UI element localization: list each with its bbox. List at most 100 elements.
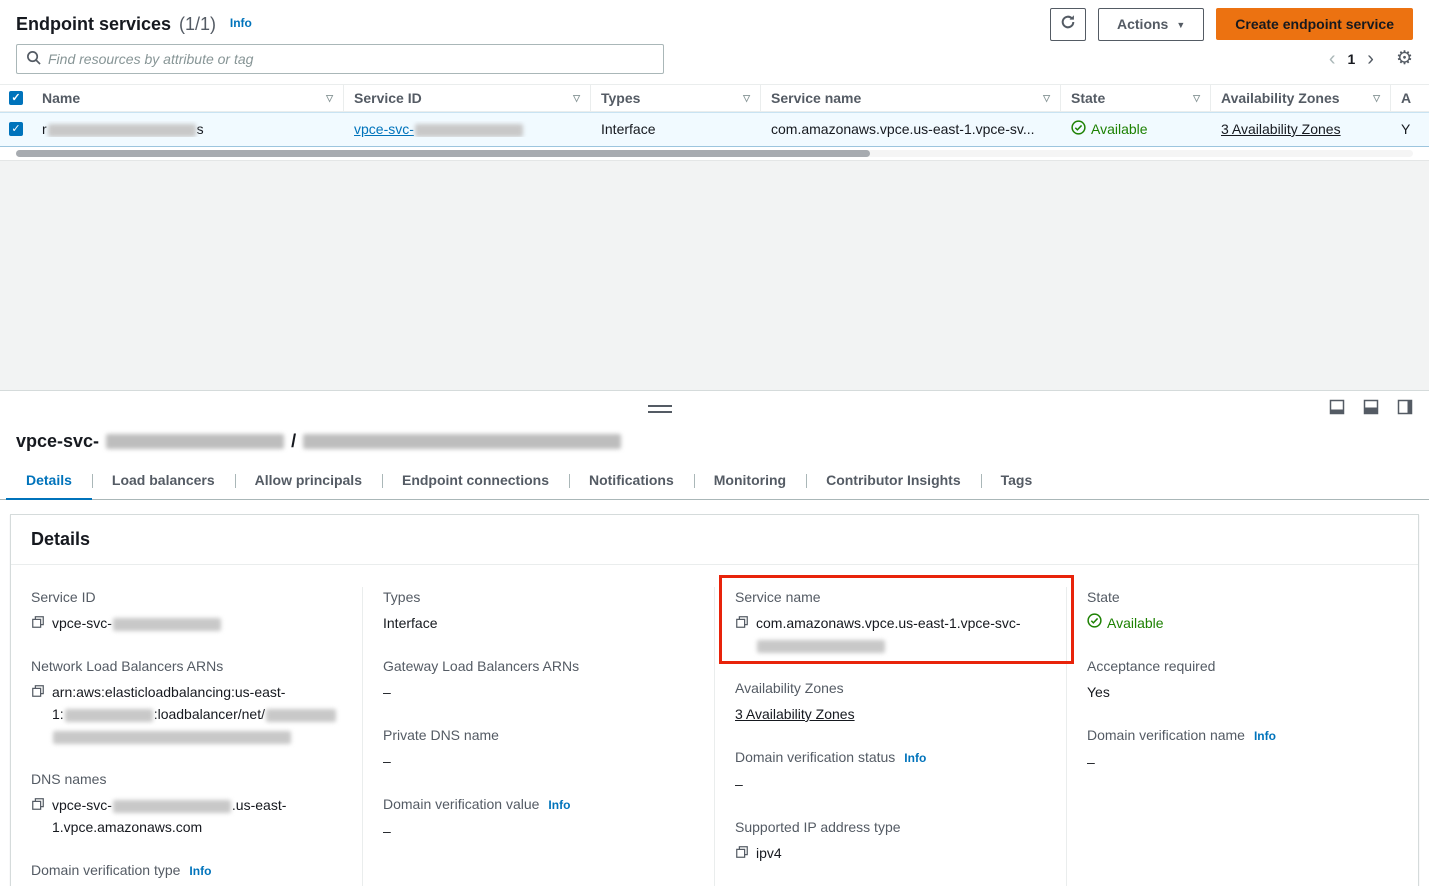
actions-button[interactable]: Actions ▼	[1098, 8, 1204, 41]
select-all-checkbox[interactable]: ✓	[9, 91, 23, 105]
cell-state: Available	[1061, 120, 1211, 138]
detail-tabs: Details Load balancers Allow principals …	[0, 463, 1429, 500]
panel-position-split-icon[interactable]	[1363, 399, 1379, 415]
redaction-block	[53, 731, 291, 744]
empty-background	[0, 160, 1429, 390]
column-header-state[interactable]: State▽	[1061, 85, 1211, 111]
copy-icon[interactable]	[31, 797, 45, 811]
copy-icon[interactable]	[31, 684, 45, 698]
details-column-2: Types Interface Gateway Load Balancers A…	[363, 587, 715, 886]
field-state: State Available	[1087, 587, 1398, 634]
filter-triangle-icon[interactable]: ▽	[1193, 93, 1200, 104]
filter-triangle-icon[interactable]: ▽	[1043, 93, 1050, 104]
current-page[interactable]: 1	[1347, 51, 1355, 67]
info-link[interactable]: Info	[548, 798, 570, 812]
details-column-1: Service ID vpce-svc- Network Load Balanc…	[11, 587, 363, 886]
cell-availability-zones: 3 Availability Zones	[1211, 121, 1391, 137]
settings-gear-icon[interactable]: ⚙	[1396, 51, 1413, 67]
info-link[interactable]: Info	[904, 751, 926, 765]
check-circle-icon	[1087, 612, 1102, 634]
prev-page-icon[interactable]: ‹	[1329, 51, 1336, 67]
redaction-block	[113, 800, 231, 813]
column-header-service-name[interactable]: Service name▽	[761, 85, 1061, 111]
panel-position-side-icon[interactable]	[1397, 399, 1413, 415]
redaction-block	[48, 124, 196, 137]
column-header-types[interactable]: Types▽	[591, 85, 761, 111]
select-all-checkbox-cell: ✓	[0, 85, 32, 111]
info-link[interactable]: Info	[189, 864, 211, 878]
field-acceptance-required: Acceptance required Yes	[1087, 656, 1398, 703]
search-input[interactable]	[48, 51, 654, 67]
search-icon	[26, 50, 41, 68]
tab-notifications[interactable]: Notifications	[569, 463, 694, 499]
column-header-name[interactable]: Name▽	[32, 85, 344, 111]
scrollbar-thumb[interactable]	[16, 150, 870, 157]
tab-load-balancers[interactable]: Load balancers	[92, 463, 235, 499]
pagination: ‹ 1 › ⚙	[1329, 51, 1413, 67]
info-link[interactable]: Info	[1254, 729, 1276, 743]
detail-panel: vpce-svc- / Details Load balancers Allow…	[0, 390, 1429, 886]
field-domain-verification-status: Domain verification statusInfo –	[735, 747, 1046, 795]
create-endpoint-service-button[interactable]: Create endpoint service	[1216, 8, 1413, 40]
redaction-block	[113, 618, 221, 631]
field-nlb-arns: Network Load Balancers ARNs arn:aws:elas…	[31, 656, 342, 747]
cell-acceptance: Y	[1391, 121, 1429, 137]
copy-icon[interactable]	[735, 615, 749, 629]
next-page-icon[interactable]: ›	[1367, 51, 1374, 67]
split-panel-bar	[0, 391, 1429, 427]
cell-service-id: vpce-svc-	[344, 121, 591, 137]
header-actions: Actions ▼ Create endpoint service	[1050, 8, 1413, 41]
redaction-block	[65, 709, 153, 722]
status-available: Available	[1071, 120, 1148, 138]
tab-allow-principals[interactable]: Allow principals	[235, 463, 382, 499]
column-header-acceptance[interactable]: A	[1391, 85, 1429, 111]
filter-triangle-icon[interactable]: ▽	[573, 93, 580, 104]
filter-triangle-icon[interactable]: ▽	[1373, 93, 1380, 104]
info-link[interactable]: Info	[230, 16, 252, 30]
table-row[interactable]: ✓ rs vpce-svc- Interface com.amazonaws.v…	[0, 112, 1429, 147]
search-box[interactable]	[16, 44, 664, 74]
refresh-button[interactable]	[1050, 8, 1086, 41]
endpoint-services-table: ✓ Name▽ Service ID▽ Types▽ Service name▽…	[0, 84, 1429, 160]
field-domain-verification-type: Domain verification typeInfo –	[31, 860, 342, 886]
field-service-name: Service name com.amazonaws.vpce.us-east-…	[735, 587, 1046, 656]
field-supported-ip-type: Supported IP address type ipv4	[735, 817, 1046, 864]
field-domain-verification-name: Domain verification nameInfo –	[1087, 725, 1398, 773]
tab-tags[interactable]: Tags	[981, 463, 1053, 499]
detail-title: vpce-svc- /	[0, 427, 1429, 455]
availability-zones-popover[interactable]: 3 Availability Zones	[735, 703, 855, 725]
copy-icon[interactable]	[735, 845, 749, 859]
row-checkbox-cell: ✓	[0, 122, 32, 136]
tab-details[interactable]: Details	[6, 463, 92, 500]
filter-triangle-icon[interactable]: ▽	[326, 93, 333, 104]
filter-triangle-icon[interactable]: ▽	[743, 93, 750, 104]
check-circle-icon	[1071, 120, 1086, 138]
column-header-service-id[interactable]: Service ID▽	[344, 85, 591, 111]
redaction-block	[266, 709, 336, 722]
row-checkbox[interactable]: ✓	[9, 122, 23, 136]
caret-down-icon: ▼	[1176, 20, 1185, 30]
table-header-row: ✓ Name▽ Service ID▽ Types▽ Service name▽…	[0, 85, 1429, 112]
field-types: Types Interface	[383, 587, 694, 634]
cell-types: Interface	[591, 121, 761, 137]
split-drag-handle[interactable]	[648, 405, 672, 413]
resource-count: (1/1)	[179, 14, 216, 34]
tab-monitoring[interactable]: Monitoring	[694, 463, 806, 499]
details-column-3: Service name com.amazonaws.vpce.us-east-…	[715, 587, 1067, 886]
panel-layout-icons	[1329, 399, 1413, 415]
field-availability-zones: Availability Zones 3 Availability Zones	[735, 678, 1046, 725]
title-group: Endpoint services (1/1) Info	[16, 14, 252, 35]
details-card-body: Service ID vpce-svc- Network Load Balanc…	[11, 565, 1418, 886]
field-domain-verification-value: Domain verification valueInfo –	[383, 794, 694, 842]
copy-icon[interactable]	[31, 615, 45, 629]
service-id-link[interactable]: vpce-svc-	[354, 121, 524, 137]
redaction-block	[106, 434, 284, 449]
redaction-block	[415, 124, 523, 137]
column-header-availability-zones[interactable]: Availability Zones▽	[1211, 85, 1391, 111]
panel-position-bottom-icon[interactable]	[1329, 399, 1345, 415]
filter-row: ‹ 1 › ⚙	[0, 42, 1429, 84]
tab-contributor-insights[interactable]: Contributor Insights	[806, 463, 981, 499]
actions-button-label: Actions	[1117, 16, 1168, 32]
availability-zones-popover[interactable]: 3 Availability Zones	[1221, 121, 1341, 137]
tab-endpoint-connections[interactable]: Endpoint connections	[382, 463, 569, 499]
